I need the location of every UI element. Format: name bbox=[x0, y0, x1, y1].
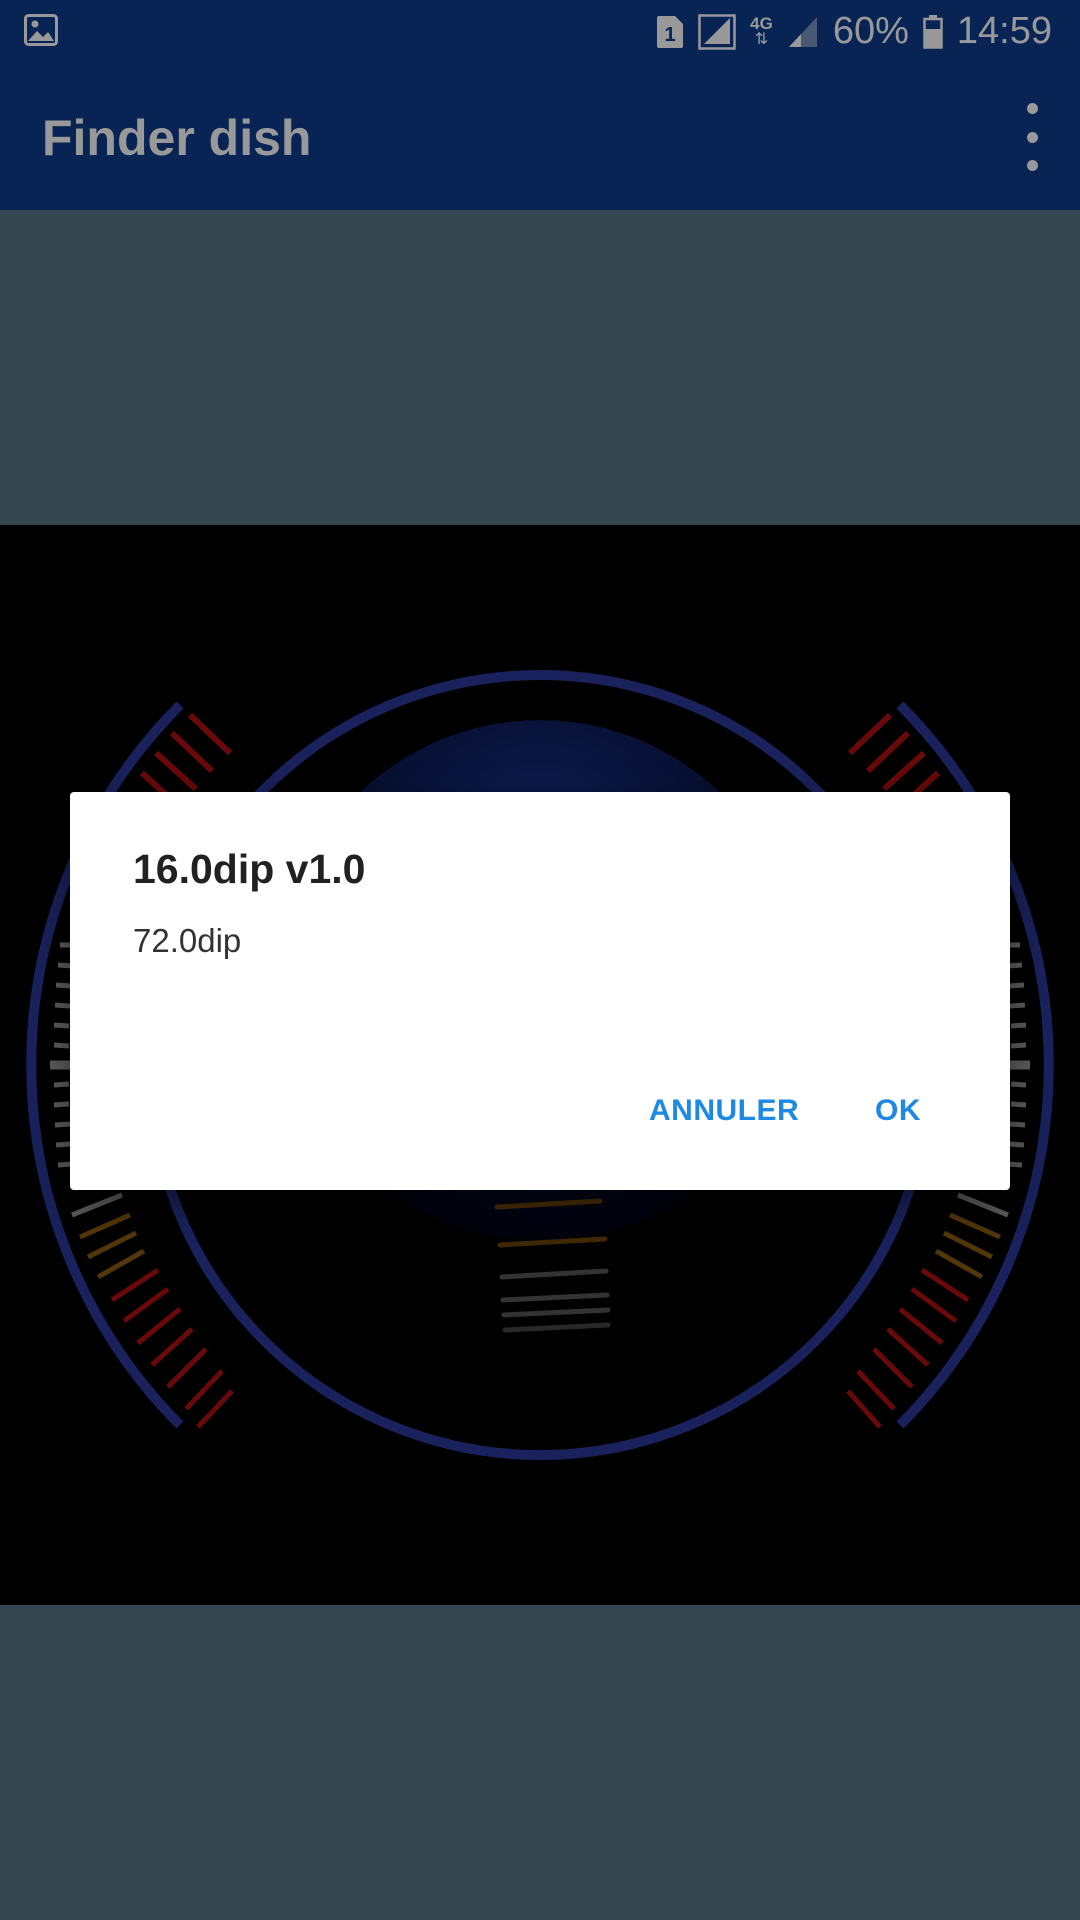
dialog-message: 72.0dip bbox=[133, 922, 242, 959]
alert-dialog: 16.0dip v1.0 72.0dip ANNULER OK bbox=[70, 792, 1010, 1190]
cancel-button[interactable]: ANNULER bbox=[649, 1094, 799, 1128]
screen: 1 4G ⇅ 60% 14:59 Finder dish 16.0dip v1.… bbox=[0, 0, 1080, 1920]
dialog-title: 16.0dip v1.0 bbox=[133, 846, 366, 892]
ok-button[interactable]: OK bbox=[875, 1094, 921, 1128]
